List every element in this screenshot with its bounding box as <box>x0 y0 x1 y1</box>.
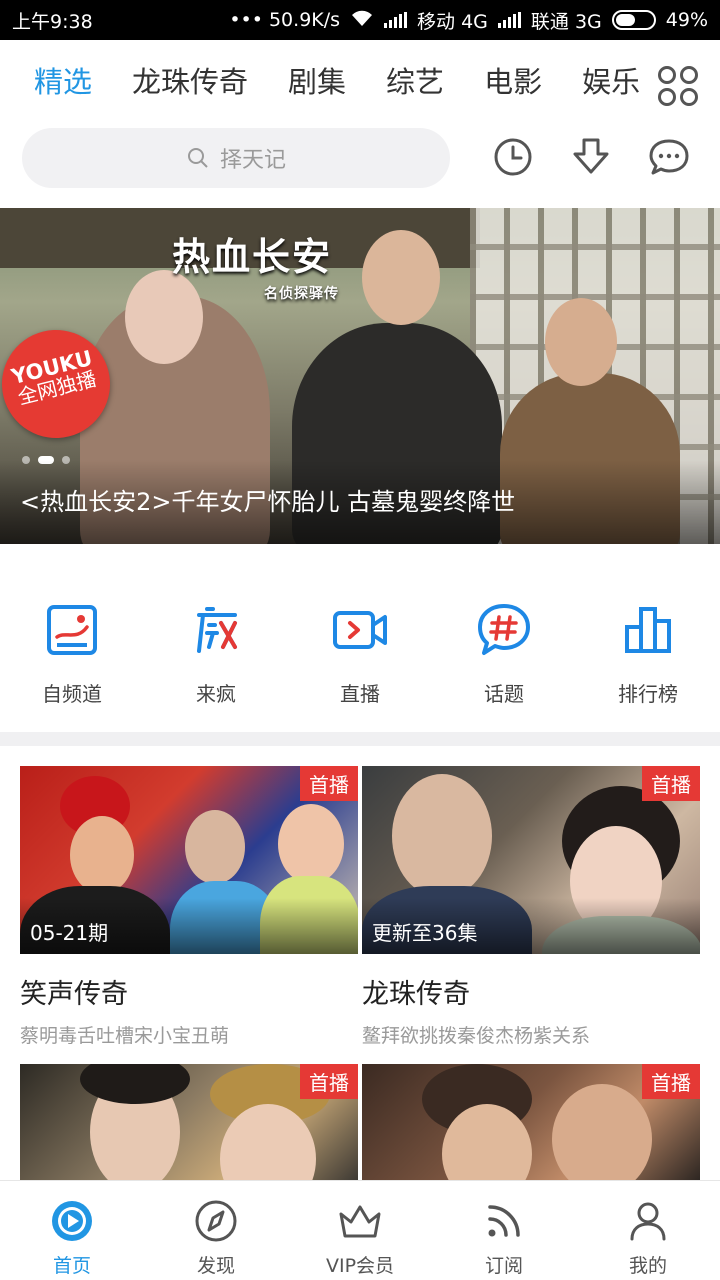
quick-self-channel[interactable]: 自频道 <box>0 544 144 732</box>
battery-level: 49% <box>665 9 708 31</box>
video-card[interactable]: 首播 <box>362 1064 700 1180</box>
tab-series[interactable]: 剧集 <box>268 59 366 101</box>
video-card[interactable]: 首播 05-21期 笑声传奇 蔡明毒舌吐槽宋小宝丑萌 <box>20 766 358 1048</box>
nav-me[interactable]: 我的 <box>576 1181 720 1280</box>
nav-vip[interactable]: VIP会员 <box>288 1181 432 1280</box>
battery-icon <box>611 10 656 30</box>
user-icon <box>624 1197 672 1245</box>
quick-live[interactable]: 直播 <box>288 544 432 732</box>
video-title: 龙珠传奇 <box>362 979 470 1010</box>
bottom-nav: 首页 发现 VIP会员 订阅 我的 <box>0 1180 720 1280</box>
message-icon[interactable] <box>646 134 692 180</box>
signal-icon-2 <box>497 12 521 28</box>
tab-movie[interactable]: 电影 <box>464 59 562 101</box>
ranking-bars-icon <box>618 600 678 660</box>
download-icon[interactable] <box>568 134 614 180</box>
video-card[interactable]: 首播 <box>20 1064 358 1180</box>
carrier-1: 移动 4G <box>417 10 488 33</box>
video-title: 笑声传奇 <box>20 979 128 1010</box>
search-row: 择天记 <box>0 120 720 200</box>
tab-longzhu[interactable]: 龙珠传奇 <box>112 59 268 101</box>
rss-icon <box>480 1197 528 1245</box>
compass-icon <box>192 1197 240 1245</box>
tab-list: 精选 龙珠传奇 剧集 综艺 电影 娱乐 <box>0 59 640 101</box>
video-thumbnail: 首播 更新至36集 <box>362 766 700 954</box>
quick-ranking[interactable]: 排行榜 <box>576 544 720 732</box>
nav-subscribe[interactable]: 订阅 <box>432 1181 576 1280</box>
channel-tabs: 精选 龙珠传奇 剧集 综艺 电影 娱乐 <box>0 40 720 120</box>
laifeng-icon <box>186 600 246 660</box>
episode-label: 05-21期 <box>30 921 109 945</box>
wifi-icon <box>350 9 374 32</box>
search-input[interactable]: 择天记 <box>22 128 450 188</box>
premiere-badge: 首播 <box>642 1064 700 1099</box>
history-clock-icon[interactable] <box>490 134 536 180</box>
search-placeholder: 择天记 <box>219 148 286 173</box>
banner-art-title: 热血长安 名侦探驿传 <box>172 234 339 302</box>
nav-home[interactable]: 首页 <box>0 1181 144 1280</box>
signal-icon <box>384 12 408 28</box>
carrier-2: 联通 3G <box>530 10 602 33</box>
self-channel-icon <box>42 600 102 660</box>
nav-discover[interactable]: 发现 <box>144 1181 288 1280</box>
tab-featured[interactable]: 精选 <box>0 59 112 101</box>
all-channels-grid-icon[interactable] <box>658 66 698 106</box>
video-card[interactable]: 首播 更新至36集 龙珠传奇 鳌拜欲挑拨秦俊杰杨紫关系 <box>362 766 700 1048</box>
premiere-badge: 首播 <box>300 766 358 801</box>
section-divider <box>0 732 720 746</box>
quick-topic[interactable]: 话题 <box>432 544 576 732</box>
home-play-icon <box>48 1197 96 1245</box>
episode-label: 更新至36集 <box>372 921 478 945</box>
crown-icon <box>336 1197 384 1245</box>
live-camera-icon <box>330 600 390 660</box>
quick-entries: 自频道 来疯 直播 话题 排行榜 <box>0 544 720 732</box>
premiere-badge: 首播 <box>300 1064 358 1099</box>
network-speed: ••• 50.9K/s <box>229 9 341 31</box>
tab-variety[interactable]: 综艺 <box>366 59 464 101</box>
video-subtitle: 蔡明毒舌吐槽宋小宝丑萌 <box>20 1025 230 1047</box>
topic-hash-icon <box>474 600 534 660</box>
video-thumbnail: 首播 <box>20 1064 358 1180</box>
video-thumbnail: 首播 <box>362 1064 700 1180</box>
status-bar: 上午9:38 ••• 50.9K/s 移动 4G 联通 3G 49% <box>0 0 720 40</box>
video-subtitle: 鳌拜欲挑拨秦俊杰杨紫关系 <box>362 1025 591 1047</box>
quick-laifeng[interactable]: 来疯 <box>144 544 288 732</box>
banner-caption[interactable]: <热血长安2>千年女尸怀胎儿 古墓鬼婴终降世 <box>0 460 720 544</box>
tab-entertainment[interactable]: 娱乐 <box>562 59 640 101</box>
search-icon <box>187 148 208 168</box>
premiere-badge: 首播 <box>642 766 700 801</box>
video-thumbnail: 首播 05-21期 <box>20 766 358 954</box>
status-time: 上午9:38 <box>12 10 93 33</box>
